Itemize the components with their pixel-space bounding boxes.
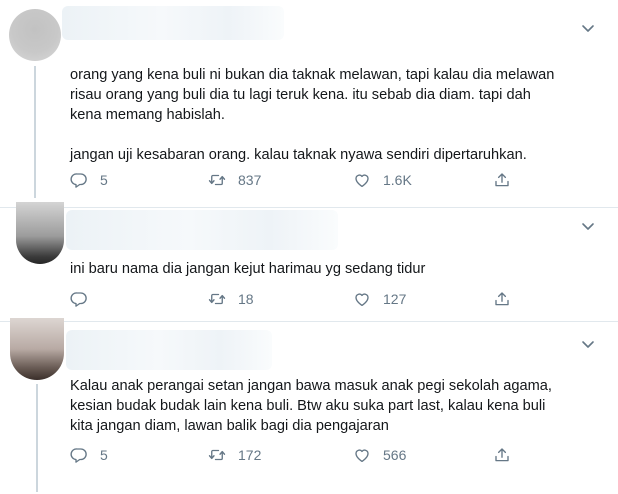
author-name[interactable] xyxy=(66,210,338,250)
author-name[interactable] xyxy=(62,6,284,40)
retweet-button[interactable]: 172 xyxy=(208,445,261,465)
thread-line xyxy=(34,66,36,198)
retweet-count: 18 xyxy=(238,291,254,307)
retweet-icon xyxy=(208,171,226,189)
retweet-count: 172 xyxy=(238,447,262,463)
reply-button[interactable] xyxy=(70,289,88,309)
chevron-down-icon[interactable] xyxy=(580,218,596,234)
avatar[interactable] xyxy=(10,318,64,380)
reply-icon xyxy=(70,171,88,189)
tweet-text: Kalau anak perangai setan jangan bawa ma… xyxy=(70,378,552,434)
retweet-count: 837 xyxy=(238,172,262,188)
reply-count: 5 xyxy=(100,447,108,463)
reply-count: 5 xyxy=(100,172,108,188)
tweet-actions: 5 172 566 xyxy=(70,445,540,465)
share-button[interactable] xyxy=(493,289,511,309)
tweet-actions: 5 837 1.6K xyxy=(70,170,540,190)
reply-button[interactable]: 5 xyxy=(70,170,108,190)
reply-icon xyxy=(70,290,88,308)
author-name[interactable] xyxy=(66,330,272,370)
avatar[interactable] xyxy=(9,9,61,61)
retweet-icon xyxy=(208,290,226,308)
like-button[interactable]: 1.6K xyxy=(353,170,412,190)
tweet-1[interactable]: orang yang kena buli ni bukan dia taknak… xyxy=(0,0,618,207)
share-icon xyxy=(493,171,511,189)
thread-line xyxy=(36,384,38,492)
like-count: 566 xyxy=(383,447,407,463)
tweet-2[interactable]: ini baru nama dia jangan kejut harimau y… xyxy=(0,202,618,321)
like-button[interactable]: 127 xyxy=(353,289,406,309)
share-icon xyxy=(493,446,511,464)
like-count: 127 xyxy=(383,291,407,307)
like-icon xyxy=(353,171,371,189)
chevron-down-icon[interactable] xyxy=(580,336,596,352)
reply-icon xyxy=(70,446,88,464)
share-button[interactable] xyxy=(493,445,511,465)
reply-button[interactable]: 5 xyxy=(70,445,108,465)
like-button[interactable]: 566 xyxy=(353,445,406,465)
avatar[interactable] xyxy=(16,202,64,264)
retweet-button[interactable]: 18 xyxy=(208,289,254,309)
like-count: 1.6K xyxy=(383,172,412,188)
retweet-icon xyxy=(208,446,226,464)
tweet-actions: 18 127 xyxy=(70,289,540,309)
tweet-text: ini baru nama dia jangan kejut harimau y… xyxy=(70,261,426,277)
chevron-down-icon[interactable] xyxy=(580,20,596,36)
like-icon xyxy=(353,446,371,464)
like-icon xyxy=(353,290,371,308)
tweet-3[interactable]: Kalau anak perangai setan jangan bawa ma… xyxy=(0,318,618,494)
tweet-text: orang yang kena buli ni bukan dia taknak… xyxy=(70,67,555,163)
share-icon xyxy=(493,290,511,308)
share-button[interactable] xyxy=(493,170,511,190)
retweet-button[interactable]: 837 xyxy=(208,170,261,190)
